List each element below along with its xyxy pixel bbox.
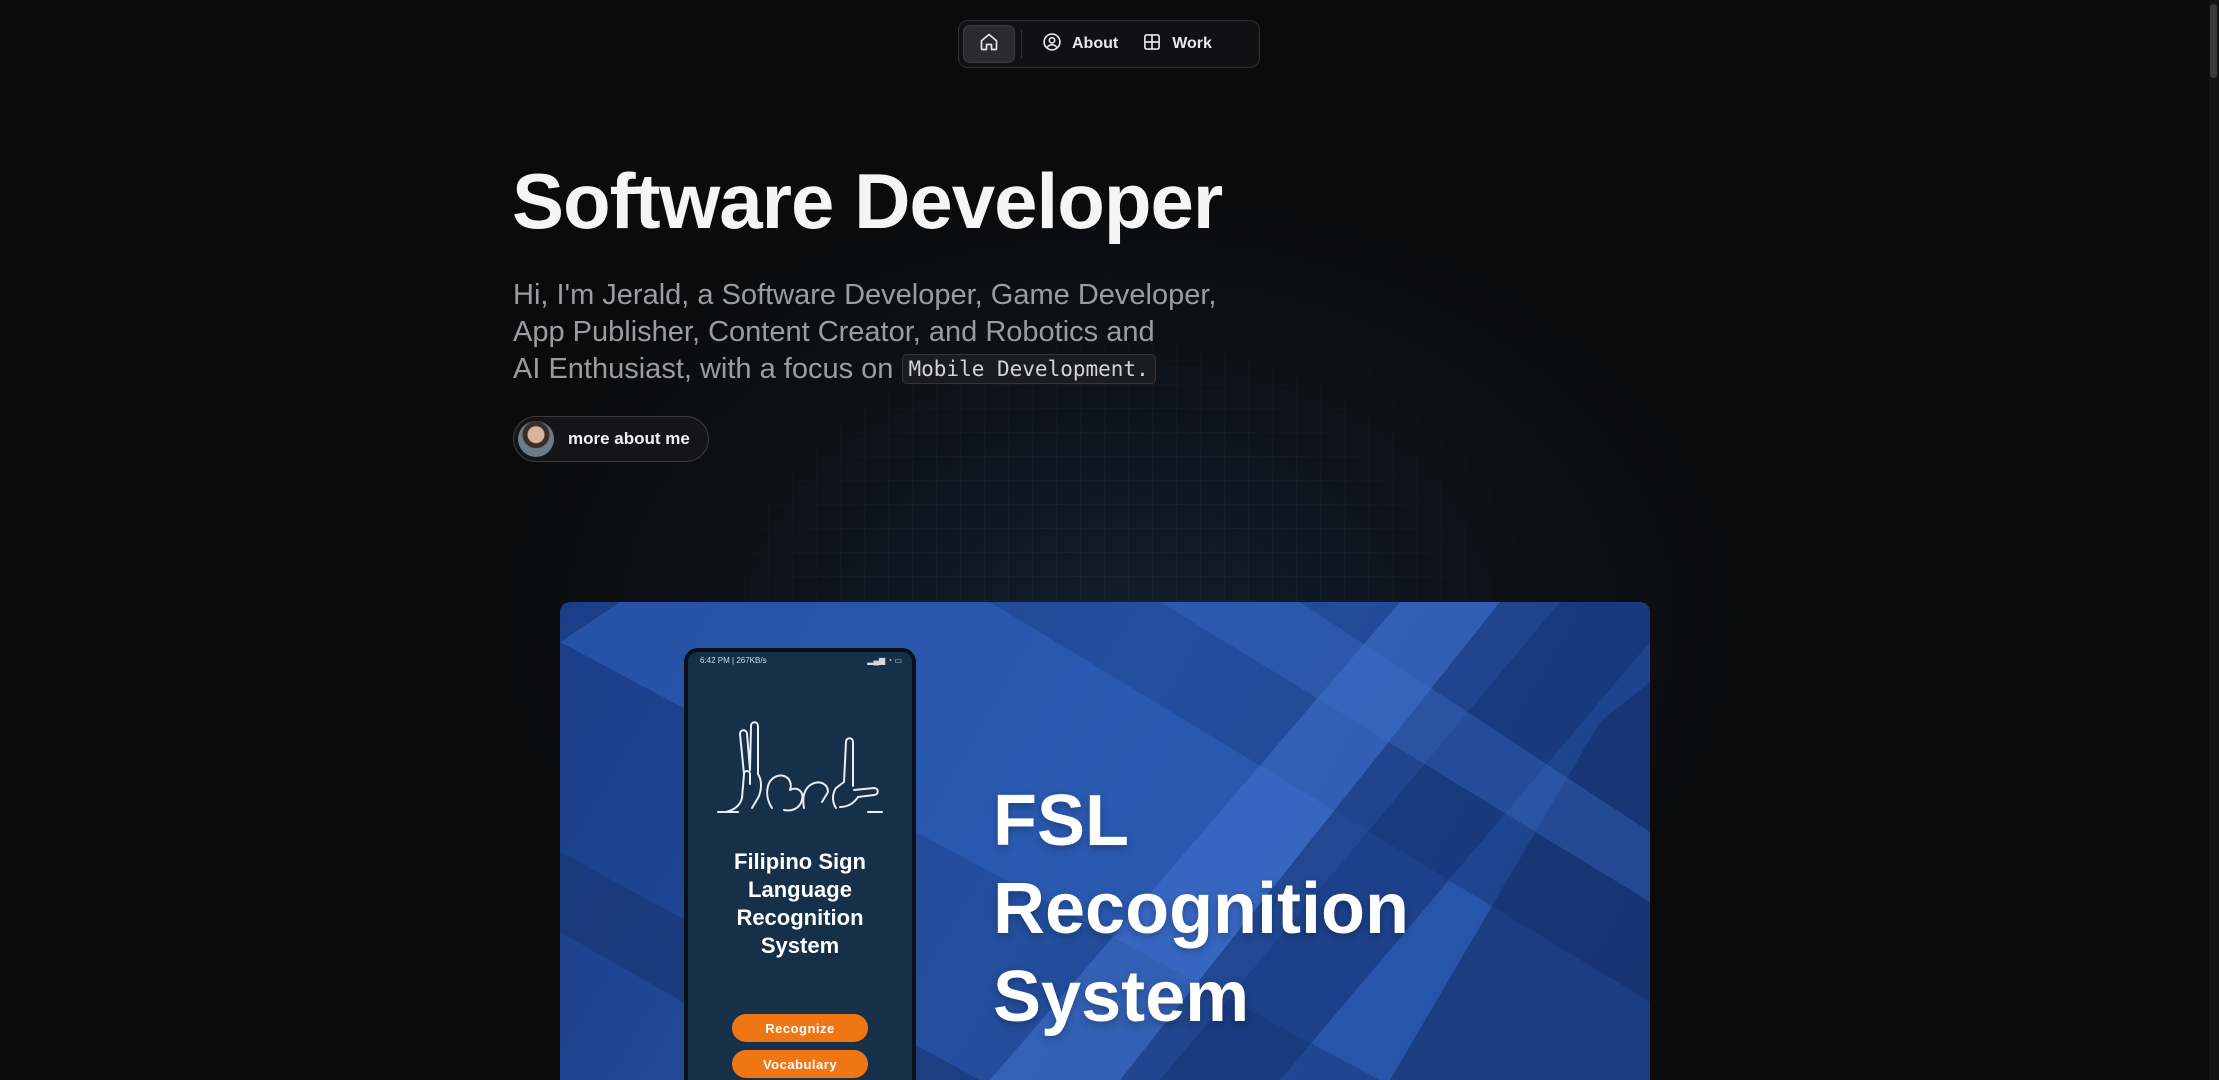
hand-signs-icon bbox=[717, 721, 883, 813]
app-title-line-2: Language bbox=[748, 877, 852, 902]
more-about-me-label: more about me bbox=[568, 429, 690, 448]
nav-work-label: Work bbox=[1172, 35, 1212, 52]
intro-line-2: App Publisher, Content Creator, and Robo… bbox=[513, 316, 1155, 348]
nav-item-work[interactable]: Work bbox=[1130, 25, 1224, 63]
user-circle-icon bbox=[1042, 32, 1062, 57]
intro-line-3: AI Enthusiast, with a focus on Mobile De… bbox=[513, 351, 1273, 388]
scrollbar-thumb[interactable] bbox=[2210, 4, 2217, 78]
nav-about-label: About bbox=[1072, 35, 1119, 52]
project-title-line-1: FSL bbox=[993, 781, 1129, 861]
project-card[interactable]: 6:42 PM | 267KB/s ▂▄▆ ◔ ▭ Filipino Sign … bbox=[560, 602, 1650, 1080]
scrollbar[interactable] bbox=[2209, 0, 2219, 1080]
home-icon bbox=[979, 32, 999, 57]
project-title-line-2: Recognition bbox=[993, 869, 1409, 949]
phone-status-time: 6:42 PM | 267KB/s bbox=[700, 656, 767, 665]
phone-status-bar: 6:42 PM | 267KB/s ▂▄▆ ◔ ▭ bbox=[688, 652, 912, 665]
app-title-line-1: Filipino Sign bbox=[734, 849, 866, 874]
project-title-line-3: System bbox=[993, 957, 1250, 1037]
app-title-line-3: Recognition bbox=[736, 905, 864, 930]
hero-intro: Hi, I'm Jerald, a Software Developer, Ga… bbox=[513, 277, 1273, 388]
nav-home-button[interactable] bbox=[963, 25, 1015, 63]
avatar bbox=[518, 421, 554, 457]
signal-wifi-battery-icon: ▂▄▆ ◔ ▭ bbox=[867, 656, 902, 665]
phone-mockup: 6:42 PM | 267KB/s ▂▄▆ ◔ ▭ Filipino Sign … bbox=[684, 648, 916, 1080]
app-title-line-4: System bbox=[760, 933, 840, 958]
page-title: Software Developer bbox=[512, 157, 1223, 245]
recognize-button: Recognize bbox=[732, 1014, 868, 1042]
app-title: Filipino Sign Language Recognition Syste… bbox=[688, 848, 912, 960]
nav-item-about[interactable]: About bbox=[1030, 25, 1130, 63]
top-nav: About Work bbox=[958, 20, 1260, 68]
project-title: FSL Recognition System bbox=[993, 777, 1553, 1041]
intro-line-1: Hi, I'm Jerald, a Software Developer, Ga… bbox=[513, 279, 1217, 311]
focus-code-tag: Mobile Development. bbox=[901, 354, 1156, 384]
nav-divider bbox=[1021, 30, 1022, 58]
intro-line-3-text: AI Enthusiast, with a focus on bbox=[513, 353, 894, 385]
grid-icon bbox=[1142, 32, 1162, 57]
vocabulary-button: Vocabulary bbox=[732, 1050, 868, 1078]
more-about-me-button[interactable]: more about me bbox=[513, 416, 709, 462]
